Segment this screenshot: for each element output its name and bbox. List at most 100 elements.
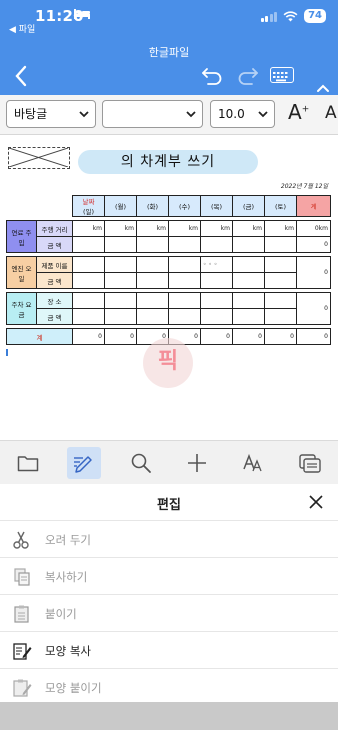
row-total-cell[interactable]: 0 — [296, 236, 331, 253]
table-cell[interactable] — [72, 308, 105, 325]
chevron-down-icon — [79, 111, 89, 118]
category-cell: 연료 주입 — [6, 220, 37, 253]
table-cell[interactable]: km — [136, 220, 169, 237]
table-cell[interactable] — [232, 236, 265, 253]
table-cell[interactable] — [72, 272, 105, 289]
table-cell[interactable] — [136, 236, 169, 253]
search-button[interactable] — [124, 447, 158, 479]
menu-item-format-copy[interactable]: 모양 복사 — [0, 631, 338, 668]
table-cell[interactable] — [232, 256, 265, 273]
table-cell[interactable] — [136, 272, 169, 289]
day-header-cell: (목) — [200, 195, 233, 217]
keyboard-icon[interactable] — [270, 67, 294, 83]
decrease-font-label: A — [325, 103, 337, 123]
format-copy-icon — [13, 643, 32, 660]
table-cell[interactable] — [104, 236, 137, 253]
undo-icon[interactable] — [200, 66, 224, 86]
row-total-cell[interactable]: 0 — [296, 256, 331, 289]
file-button[interactable] — [11, 447, 45, 479]
table-cell[interactable] — [264, 308, 297, 325]
table-row: 연료 주입 주행 거리 km km km km km km km 0km — [6, 220, 331, 253]
table-cell[interactable] — [72, 256, 105, 273]
table-cell[interactable] — [104, 308, 137, 325]
table-cell[interactable] — [104, 256, 137, 273]
table-cell[interactable]: 0 — [264, 328, 297, 345]
menu-item-paste[interactable]: 붙이기 — [0, 594, 338, 631]
day-header-cell: (월) — [104, 195, 137, 217]
total-header-cell: 계 — [296, 195, 331, 217]
edit-button[interactable] — [67, 447, 101, 479]
table-cell[interactable]: ◦ ◦ ◦ — [200, 256, 233, 273]
table-cell[interactable] — [136, 292, 169, 309]
menu-item-format-paste[interactable]: 모양 붙이기 — [0, 668, 338, 705]
table-cell[interactable]: km — [168, 220, 201, 237]
table-cell[interactable] — [168, 236, 201, 253]
row-label: 금 액 — [36, 308, 73, 325]
table-cell[interactable] — [136, 308, 169, 325]
table-cell[interactable]: 0 — [200, 328, 233, 345]
table-cell[interactable]: 0 — [104, 328, 137, 345]
table-cell[interactable]: km — [232, 220, 265, 237]
category-cell: 주차 요금 — [6, 292, 37, 325]
table-cell[interactable]: km — [104, 220, 137, 237]
row-total-cell[interactable]: 0km — [296, 220, 331, 237]
view-button[interactable] — [293, 447, 327, 479]
table-cell[interactable] — [168, 256, 201, 273]
grand-total-cell[interactable]: 0 — [296, 328, 331, 345]
back-to-app-link[interactable]: ◀ 파일 — [9, 22, 35, 35]
close-icon[interactable] — [308, 494, 324, 510]
document-title: 한글파일 — [148, 46, 190, 59]
scissors-icon — [13, 531, 29, 549]
font-select[interactable] — [102, 100, 203, 128]
copy-icon — [14, 568, 30, 586]
paragraph-style-select[interactable]: 바탕글 — [6, 100, 96, 128]
table-cell[interactable] — [104, 272, 137, 289]
table-cell[interactable] — [232, 308, 265, 325]
text-format-button[interactable] — [236, 447, 270, 479]
table-cell[interactable] — [168, 292, 201, 309]
increase-font-size-button[interactable]: A+ — [288, 100, 309, 124]
row-label: 장 소 — [36, 292, 73, 309]
table-cell[interactable]: km — [72, 220, 105, 237]
table-cell[interactable] — [232, 272, 265, 289]
pencil-edit-icon — [74, 456, 92, 473]
battery-indicator: 74 — [304, 9, 326, 23]
image-placeholder[interactable] — [8, 147, 70, 169]
day-header-cell: (화) — [136, 195, 169, 217]
header-row: 날짜 (일) (월) (화) (수) (목) (금) (토) 계 — [7, 195, 331, 217]
table-cell[interactable] — [168, 272, 201, 289]
table-cell[interactable] — [104, 292, 137, 309]
chevron-down-icon — [258, 111, 268, 118]
table-cell[interactable] — [168, 308, 201, 325]
insert-button[interactable] — [180, 447, 214, 479]
table-cell[interactable] — [72, 292, 105, 309]
table-cell[interactable] — [264, 272, 297, 289]
screen: 11:20 ◀ 파일 74 한글파일 바탕글 10.0 A+ A 의 차계부 쓰… — [0, 0, 338, 730]
format-paste-icon — [13, 679, 32, 697]
table-cell[interactable] — [232, 292, 265, 309]
font-size-select[interactable]: 10.0 — [210, 100, 275, 128]
table-cell[interactable] — [200, 236, 233, 253]
row-total-cell[interactable]: 0 — [296, 292, 331, 325]
back-arrow-icon[interactable] — [13, 64, 29, 88]
table-cell[interactable] — [136, 256, 169, 273]
menu-item-cut[interactable]: 오려 두기 — [0, 520, 338, 557]
table-cell[interactable] — [264, 256, 297, 273]
decrease-font-size-button[interactable]: A — [325, 103, 337, 123]
redo-icon[interactable] — [236, 66, 260, 86]
table-cell[interactable] — [200, 292, 233, 309]
table-cell[interactable] — [264, 292, 297, 309]
table-cell[interactable]: km — [200, 220, 233, 237]
menu-item-label: 모양 붙이기 — [45, 681, 102, 695]
table-cell[interactable]: 0 — [72, 328, 105, 345]
table-cell[interactable]: km — [264, 220, 297, 237]
table-cell[interactable] — [264, 236, 297, 253]
day-header-cell: (금) — [232, 195, 265, 217]
table-cell[interactable]: 0 — [232, 328, 265, 345]
blank-cell — [37, 196, 73, 217]
table-cell[interactable] — [72, 236, 105, 253]
menu-item-copy[interactable]: 복사하기 — [0, 557, 338, 594]
text-cursor — [6, 349, 8, 356]
table-cell[interactable] — [200, 308, 233, 325]
table-cell[interactable] — [200, 272, 233, 289]
